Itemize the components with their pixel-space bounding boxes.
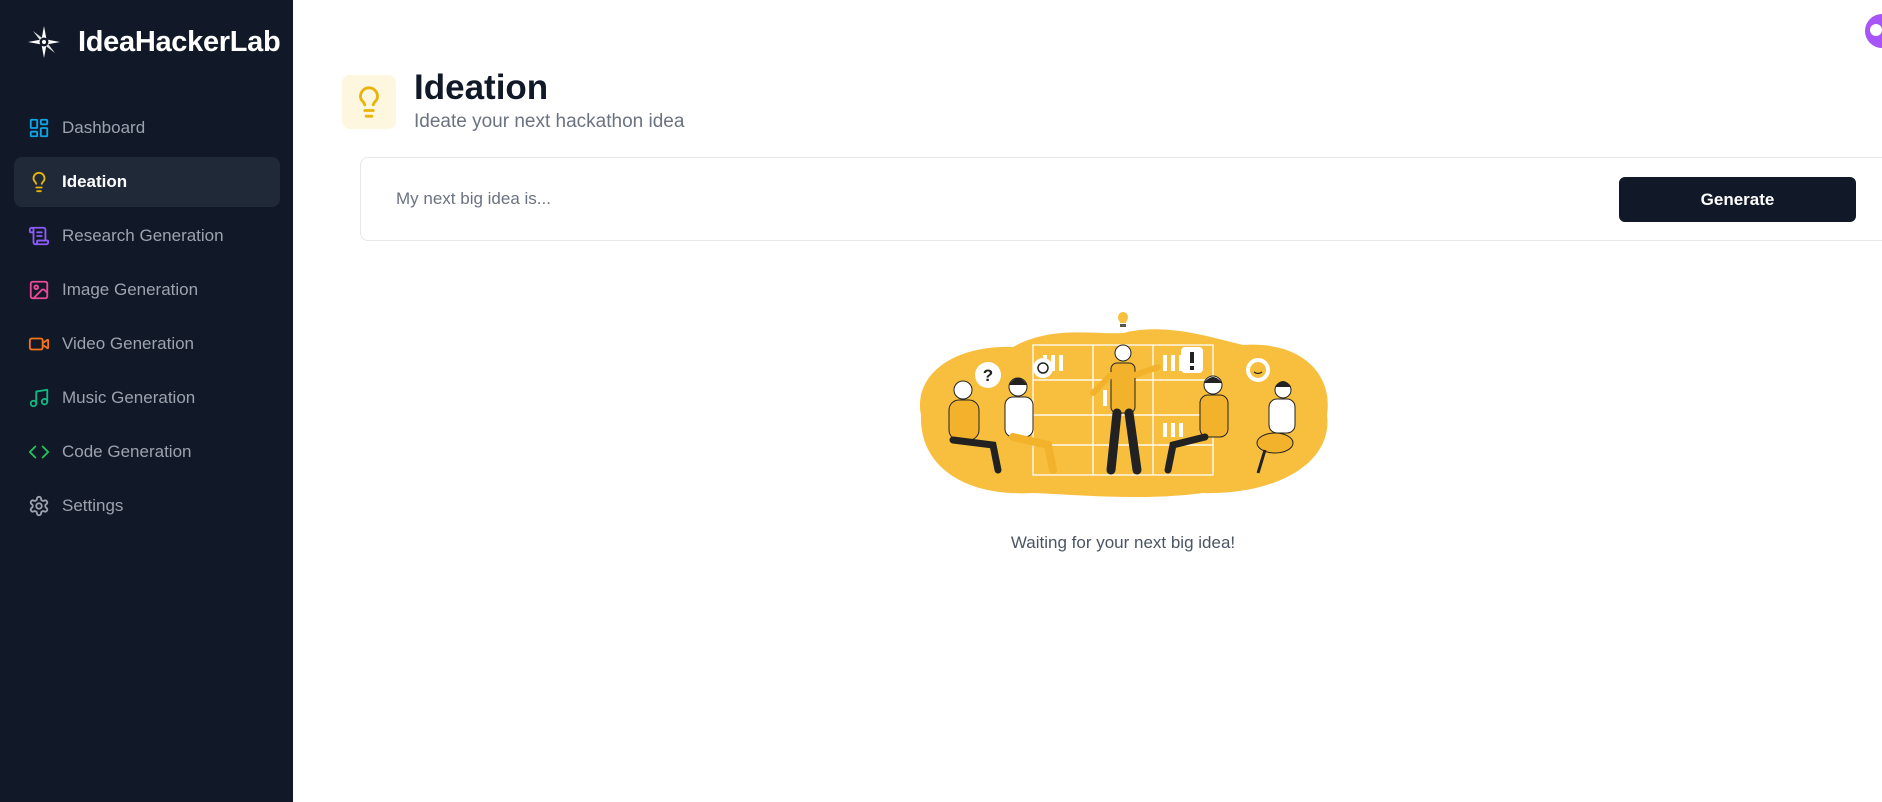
page-subtitle: Ideate your next hackathon idea (414, 111, 685, 132)
idea-input[interactable] (394, 178, 1444, 220)
sidebar-item-ideation[interactable]: Ideation (14, 157, 280, 207)
generate-button[interactable]: Generate (1619, 177, 1856, 222)
sparkle-compass-icon (28, 26, 60, 58)
sidebar-item-label: Image Generation (62, 280, 199, 299)
sidebar-item-image-generation[interactable]: Image Generation (14, 265, 280, 315)
team-brainstorm-illustration: ? (919, 305, 1328, 498)
sidebar-item-label: Ideation (62, 172, 128, 191)
sidebar-item-label: Settings (62, 496, 124, 515)
sidebar-item-label: Dashboard (62, 118, 146, 137)
svg-text:?: ? (983, 366, 993, 385)
scroll-text-icon (28, 226, 50, 246)
lightbulb-icon (359, 86, 379, 118)
sidebar-item-music-generation[interactable]: Music Generation (14, 373, 280, 423)
page-title: Ideation (414, 68, 549, 107)
brand[interactable]: IdeaHackerLab (27, 22, 281, 62)
sidebar-item-research-generation[interactable]: Research Generation (14, 211, 280, 261)
avatar[interactable] (1865, 14, 1882, 48)
layout-grid-icon (29, 118, 49, 138)
video-camera-icon (28, 337, 50, 351)
idea-form: Generate (360, 157, 1882, 241)
page-icon-box (342, 75, 396, 129)
sidebar-item-label: Music Generation (62, 388, 196, 407)
sidebar-item-video-generation[interactable]: Video Generation (14, 319, 280, 369)
lightbulb-icon (32, 172, 46, 193)
sidebar-item-dashboard[interactable]: Dashboard (14, 103, 280, 153)
app-name: IdeaHackerLab (78, 25, 281, 58)
music-note-icon (29, 388, 49, 408)
sidebar-item-code-generation[interactable]: Code Generation (14, 427, 280, 477)
sidebar-item-label: Video Generation (62, 334, 195, 353)
sidebar-item-label: Research Generation (62, 226, 224, 245)
image-icon (29, 280, 49, 300)
sidebar: IdeaHackerLab Dashboard Ideation Researc… (0, 0, 293, 802)
empty-state-message: Waiting for your next big idea! (1010, 533, 1236, 552)
sidebar-item-label: Code Generation (62, 442, 192, 461)
code-brackets-icon (28, 445, 50, 459)
sidebar-item-settings[interactable]: Settings (14, 481, 280, 531)
gear-icon (29, 495, 49, 517)
sidebar-nav: Dashboard Ideation Research Generation I… (14, 103, 280, 535)
main-content: Ideation Ideate your next hackathon idea… (293, 0, 1882, 802)
